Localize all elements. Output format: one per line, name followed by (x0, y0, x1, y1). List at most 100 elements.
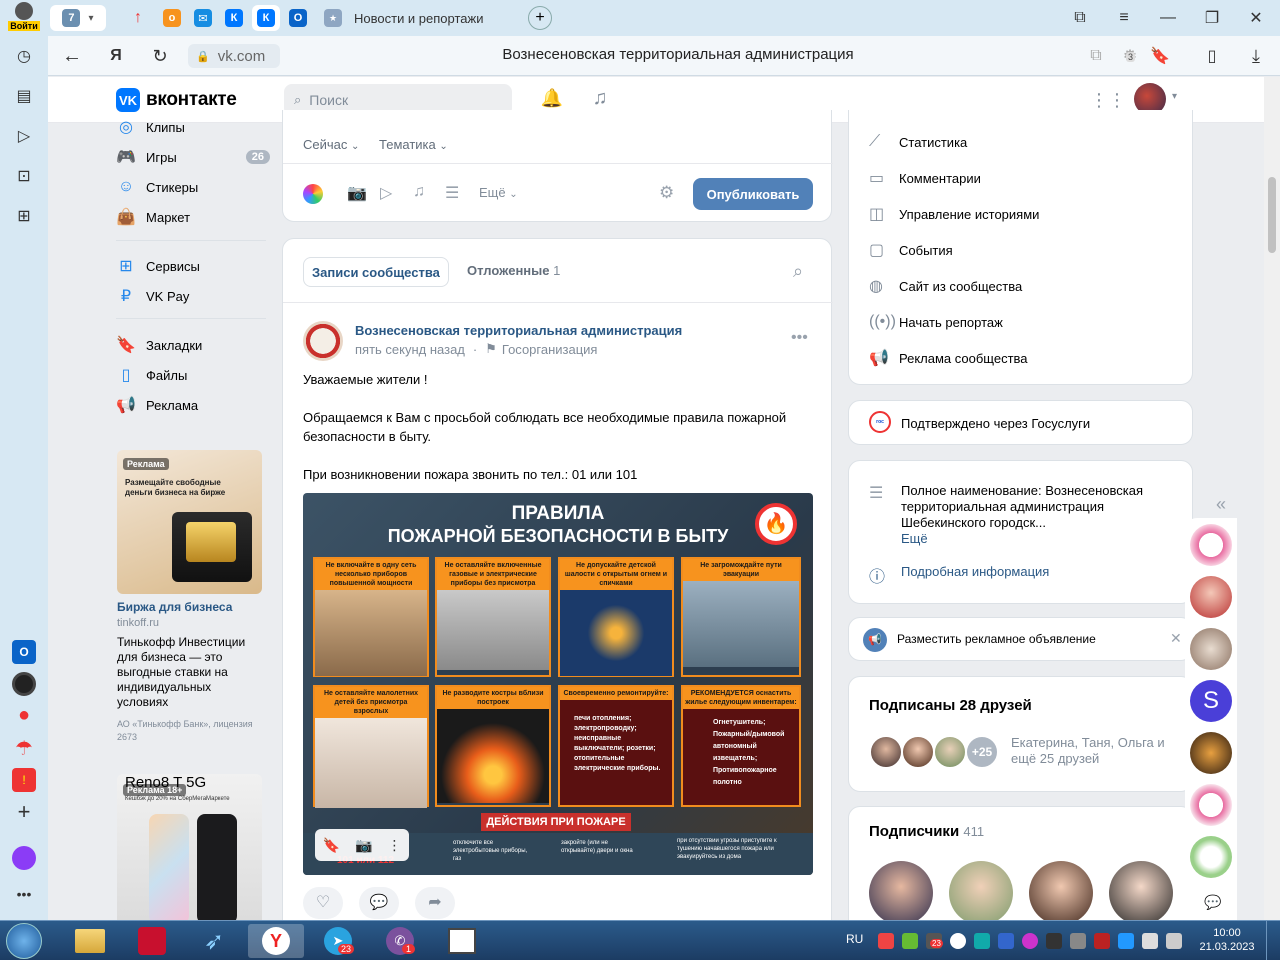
tab-ok[interactable]: о (160, 5, 184, 31)
close-icon[interactable]: ✕ (1244, 6, 1268, 30)
url-field[interactable]: 🔒 vk.com (188, 44, 280, 68)
tab-vk-active[interactable]: К (252, 5, 280, 31)
taskbar-yandex-browser[interactable]: Y (248, 924, 304, 958)
chat-icon[interactable]: 💬 (1204, 894, 1221, 911)
tray-icon[interactable] (1118, 933, 1134, 949)
taskbar-telegram[interactable]: ➤ 23 (310, 924, 366, 958)
more-attachments[interactable]: Ещё ⌄ (479, 185, 518, 200)
show-desktop-button[interactable] (1266, 921, 1280, 960)
taskbar-viber[interactable]: ✆ 1 (372, 924, 428, 958)
time-selector[interactable]: Сейчас ⌄ (303, 137, 359, 152)
market-icon[interactable]: ! (12, 768, 36, 792)
alice-icon[interactable] (12, 672, 36, 696)
map-pin-icon[interactable]: ● (12, 704, 36, 728)
tray-icon[interactable] (1022, 933, 1038, 949)
ai-icon[interactable] (303, 184, 323, 204)
music-icon[interactable]: ♫ (413, 183, 425, 201)
scrollbar[interactable] (1264, 77, 1280, 920)
post-image-fire-safety-poster[interactable]: ПРАВИЛА ПОЖАРНОЙ БЕЗОПАСНОСТИ В БЫТУ 🔥 Н… (303, 493, 813, 875)
topic-selector[interactable]: Тематика ⌄ (379, 137, 448, 152)
friend-avatar[interactable] (901, 735, 935, 769)
publish-button[interactable]: Опубликовать (693, 178, 813, 210)
ad2-image[interactable]: Reno8 T 5G Реклама 18+ Кешбэк до 20% на … (117, 774, 262, 920)
subscriber-avatar[interactable] (1109, 861, 1173, 925)
subscribers-title[interactable]: Подписчики 411 (869, 823, 984, 840)
menu-item-games[interactable]: 🎮 Игры 26 (112, 142, 270, 172)
friend-avatar[interactable] (869, 735, 903, 769)
clock[interactable]: 10:00 21.03.2023 (1196, 926, 1258, 954)
subscriber-avatar[interactable] (1029, 861, 1093, 925)
menu-broadcast[interactable]: ((•)) Начать репортаж (869, 304, 1003, 340)
ad-domain[interactable]: tinkoff.ru (117, 617, 159, 629)
story-avatar[interactable] (1190, 732, 1232, 774)
collections-icon[interactable]: ▤ (12, 84, 36, 108)
menu-item-market[interactable]: 👜 Маркет (112, 202, 190, 232)
menu-community-ads[interactable]: 📢 Реклама сообщества (869, 340, 1028, 376)
menu-item-vkpay[interactable]: ₽ VK Pay (112, 281, 189, 311)
new-tab-button[interactable]: + (528, 6, 552, 30)
tab-mail[interactable]: ✉ (191, 5, 215, 31)
menu-item-ads[interactable]: 📢 Реклама (112, 390, 198, 420)
menu-icon[interactable]: ≡ (1112, 6, 1136, 30)
tray-icon[interactable] (902, 933, 918, 949)
comment-icon[interactable]: 💬 (359, 887, 399, 919)
story-avatar[interactable] (1190, 524, 1232, 566)
story-avatar[interactable]: S (1190, 680, 1232, 722)
chevron-down-icon[interactable]: ▾ (1172, 91, 1177, 102)
ad-title[interactable]: Биржа для бизнеса (117, 600, 232, 614)
tab-arrow[interactable]: ↑ (126, 5, 150, 31)
tray-icon[interactable]: 23 (926, 933, 943, 949)
bookmarks-panel-icon[interactable]: ⧉ (1068, 6, 1092, 30)
tab-postponed[interactable]: Отложенные 1 (467, 263, 560, 278)
apps-grid-icon[interactable]: ⊞ (12, 204, 36, 228)
signin-button[interactable]: Войти (4, 2, 44, 34)
tabs-icon[interactable]: ⧉ (1084, 44, 1108, 68)
video-icon[interactable]: ▷ (380, 183, 392, 203)
menu-item-clips[interactable]: ◎ Клипы (112, 112, 185, 142)
reader-icon[interactable]: ▯ (1200, 44, 1224, 68)
yandex-icon[interactable]: Я (104, 44, 128, 68)
outlook-icon[interactable]: O (12, 640, 36, 664)
tray-icon[interactable] (950, 933, 966, 949)
taskbar-window[interactable] (434, 924, 490, 958)
play-icon[interactable]: ▷ (12, 124, 36, 148)
collapse-icon[interactable]: « (1216, 494, 1226, 515)
tray-icon[interactable] (878, 933, 894, 949)
taskbar-app-red[interactable] (124, 924, 180, 958)
restore-icon[interactable]: ❐ (1200, 6, 1224, 30)
menu-comments[interactable]: ▭ Комментарии (869, 160, 981, 196)
post-menu-icon[interactable]: ••• (791, 329, 808, 347)
menu-site[interactable]: ◍ Сайт из сообщества (869, 268, 1022, 304)
more-icon[interactable]: ••• (12, 886, 36, 910)
friends-more-badge[interactable]: +25 (965, 735, 999, 769)
menu-events[interactable]: ▢ События (869, 232, 953, 268)
start-button[interactable] (6, 923, 42, 959)
ad-promo-card[interactable]: 📢 Разместить рекламное объявление ✕ (848, 617, 1193, 661)
vk-logo-text[interactable]: вконтакте (146, 89, 237, 111)
taskbar-app-bird[interactable]: ➶ (186, 924, 242, 958)
vk-logo-icon[interactable]: VK (116, 88, 140, 112)
text-icon[interactable]: ☰ (445, 183, 459, 203)
settings-icon[interactable]: ⚙ (659, 183, 674, 203)
taskbar-explorer[interactable] (62, 924, 118, 958)
bell-icon[interactable]: 🔔 (540, 88, 564, 112)
history-icon[interactable]: ◷ (12, 44, 36, 68)
friend-avatar[interactable] (933, 735, 967, 769)
subscriber-avatar[interactable] (949, 861, 1013, 925)
more-vertical-icon[interactable]: ⋮ (387, 837, 401, 854)
screenshot-icon[interactable]: ⊡ (12, 164, 36, 188)
tray-icon[interactable] (998, 933, 1014, 949)
story-avatar[interactable] (1190, 836, 1232, 878)
tray-icon[interactable] (1094, 933, 1110, 949)
camera-icon[interactable]: 📷 (347, 183, 367, 203)
menu-statistics[interactable]: ⟋ Статистика (869, 124, 967, 160)
camera-icon[interactable]: 📷 (355, 837, 372, 854)
apps-icon[interactable]: ⋮⋮ (1090, 89, 1126, 111)
tab-community-posts[interactable]: Записи сообщества (303, 257, 449, 287)
story-avatar[interactable] (1190, 784, 1232, 826)
search-icon[interactable]: ⌕ (793, 261, 803, 282)
assistant-icon[interactable] (12, 846, 36, 870)
story-avatar[interactable] (1190, 628, 1232, 670)
bookmark-icon[interactable]: 🔖 (323, 837, 340, 854)
music-icon[interactable]: ♫ (588, 87, 612, 111)
